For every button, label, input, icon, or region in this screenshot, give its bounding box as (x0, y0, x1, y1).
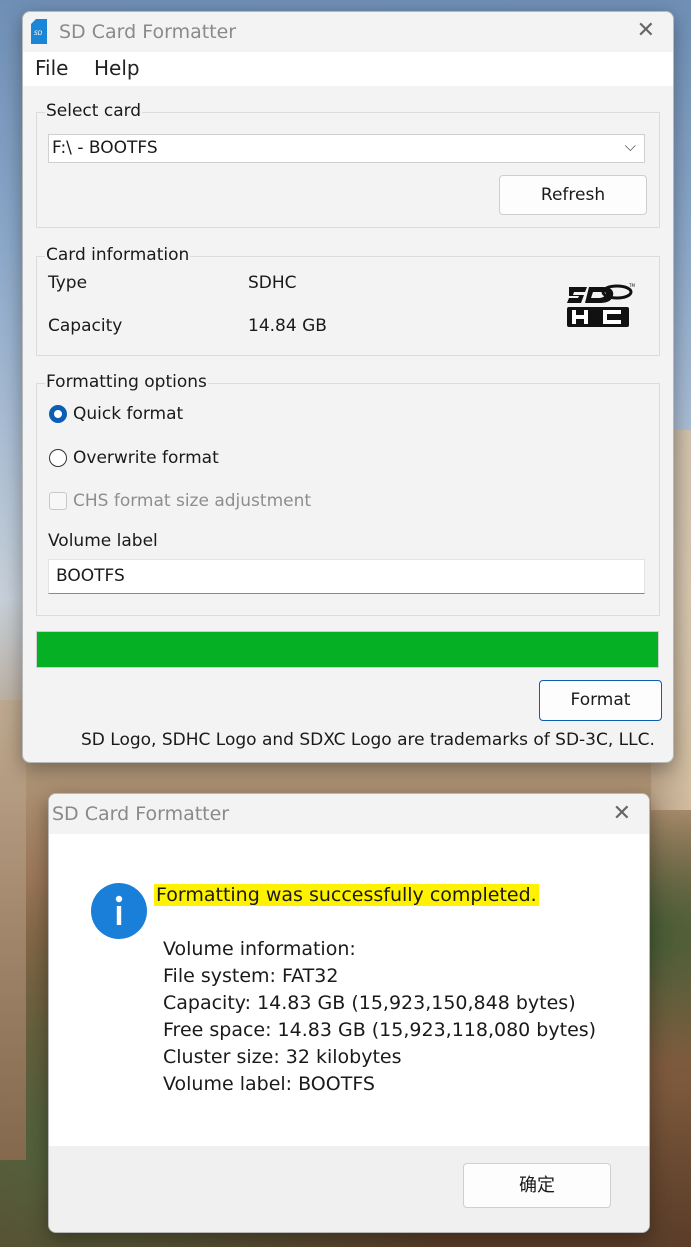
format-complete-dialog: SD Card Formatter ✕ Formatting was succe… (48, 793, 650, 1233)
close-icon[interactable]: ✕ (637, 19, 655, 43)
volume-label-value: BOOTFS (56, 566, 125, 586)
dialog-title: SD Card Formatter (52, 803, 230, 825)
capacity-label: Capacity (48, 316, 123, 336)
card-information-title: Card information (45, 245, 191, 265)
progress-fill (37, 632, 658, 667)
menu-help[interactable]: Help (94, 56, 140, 80)
sd-card-formatter-window: SD SD Card Formatter ✕ File Help Select … (22, 11, 674, 763)
type-value: SDHC (248, 273, 297, 293)
background-building (0, 700, 26, 1160)
capacity-value: 14.84 GB (248, 316, 327, 336)
info-icon (91, 883, 147, 939)
format-progress-bar (36, 631, 659, 668)
quick-format-radio[interactable] (49, 405, 67, 423)
format-button[interactable]: Format (539, 680, 662, 721)
volume-label-input[interactable]: BOOTFS (48, 559, 645, 594)
quick-format-label[interactable]: Quick format (73, 404, 183, 424)
card-select-value: F:\ - BOOTFS (52, 138, 158, 158)
free-space-line: Free space: 14.83 GB (15,923,118,080 byt… (163, 1019, 597, 1041)
select-card-group: Select card F:\ - BOOTFS ⌵ Refresh (36, 101, 660, 228)
overwrite-format-radio[interactable] (49, 449, 67, 467)
close-icon[interactable]: ✕ (613, 801, 631, 826)
sd-card-app-icon: SD (31, 19, 47, 44)
svg-text:TM: TM (628, 283, 635, 288)
success-message: Formatting was successfully completed. (154, 884, 539, 906)
chs-adjustment-label: CHS format size adjustment (73, 491, 312, 511)
dialog-title-bar[interactable]: SD Card Formatter ✕ (49, 794, 649, 834)
formatting-options-group: Formatting options Quick format Overwrit… (36, 372, 660, 616)
svg-text:SD: SD (34, 30, 43, 37)
trademark-footer: SD Logo, SDHC Logo and SDXC Logo are tra… (81, 730, 655, 750)
capacity-line: Capacity: 14.83 GB (15,923,150,848 bytes… (163, 992, 576, 1014)
select-card-title: Select card (45, 101, 143, 121)
card-information-group: Card information Type SDHC Capacity 14.8… (36, 245, 660, 356)
window-title: SD Card Formatter (59, 21, 237, 43)
volume-label-title: Volume label (48, 531, 158, 551)
card-select-dropdown[interactable]: F:\ - BOOTFS ⌵ (48, 134, 645, 163)
overwrite-format-label[interactable]: Overwrite format (73, 448, 219, 468)
title-bar[interactable]: SD SD Card Formatter ✕ (23, 12, 673, 52)
refresh-button[interactable]: Refresh (499, 175, 647, 215)
chevron-down-icon: ⌵ (624, 137, 636, 155)
menu-bar: File Help (23, 52, 673, 86)
ok-button[interactable]: 确定 (463, 1163, 611, 1208)
volume-info-heading: Volume information: (163, 938, 356, 960)
file-system-line: File system: FAT32 (163, 965, 339, 987)
cluster-size-line: Cluster size: 32 kilobytes (163, 1046, 402, 1068)
formatting-options-title: Formatting options (45, 372, 208, 392)
menu-file[interactable]: File (35, 56, 68, 80)
volume-label-line: Volume label: BOOTFS (163, 1073, 375, 1095)
chs-adjustment-checkbox[interactable] (49, 492, 67, 510)
type-label: Type (48, 273, 88, 293)
sdhc-logo-icon: TM (567, 283, 635, 327)
